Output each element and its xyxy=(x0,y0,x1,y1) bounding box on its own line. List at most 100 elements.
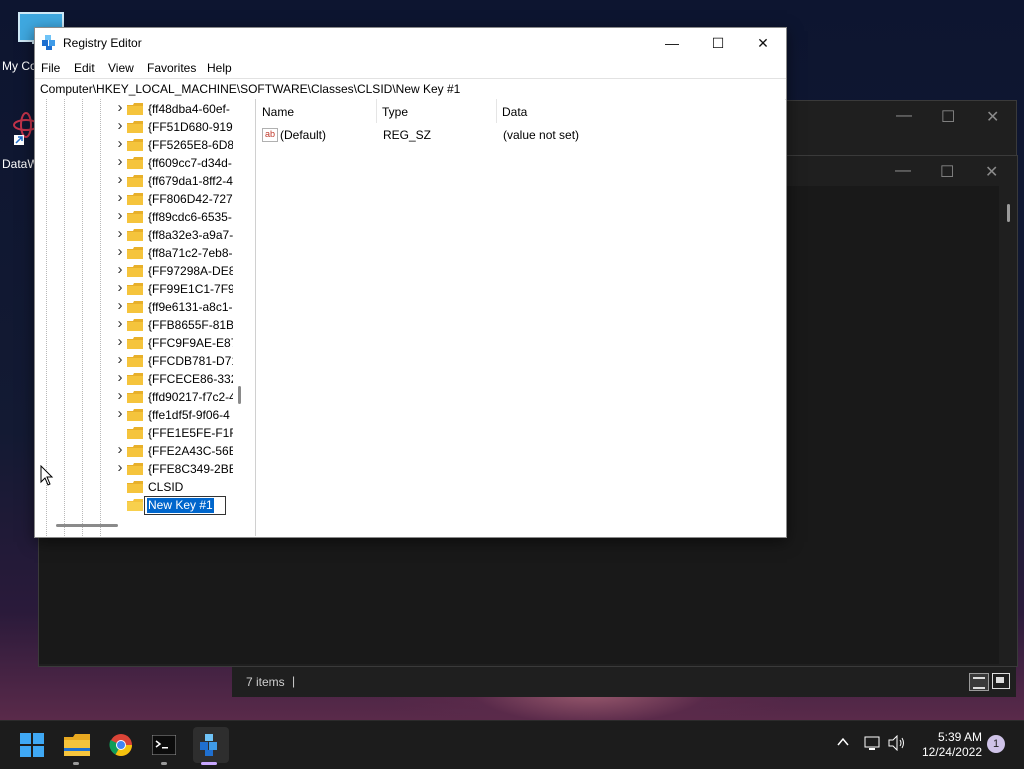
column-header-data[interactable]: Data xyxy=(496,99,696,123)
chevron-right-icon[interactable]: › xyxy=(115,135,125,152)
chevron-right-icon[interactable]: › xyxy=(115,387,125,404)
chevron-right-icon[interactable]: › xyxy=(115,441,125,458)
chevron-right-icon[interactable]: › xyxy=(115,243,125,260)
tree-key-row[interactable]: › {FFE8C349-2BB1 xyxy=(35,459,235,478)
address-bar[interactable]: Computer\HKEY_LOCAL_MACHINE\SOFTWARE\Cla… xyxy=(35,78,786,100)
title-bar[interactable]: Registry Editor — ☐ ✕ xyxy=(35,28,786,58)
status-separator: | xyxy=(292,674,296,688)
chevron-right-icon[interactable]: › xyxy=(115,369,125,386)
menu-favorites[interactable]: Favorites xyxy=(147,61,196,75)
chevron-right-icon[interactable]: › xyxy=(115,171,125,188)
folder-icon xyxy=(127,319,143,331)
tree-key-row[interactable]: › {ff8a32e3-a9a7- xyxy=(35,225,235,244)
file-explorer-icon xyxy=(64,734,90,756)
tree-key-row[interactable]: › {ff8a71c2-7eb8- xyxy=(35,243,235,262)
chevron-right-icon[interactable]: › xyxy=(115,297,125,314)
folder-icon xyxy=(127,373,143,385)
tree-key-row[interactable]: › {FFCECE86-332F xyxy=(35,369,235,388)
tree-key-row[interactable]: › {FFC9F9AE-E87A xyxy=(35,333,235,352)
tree-key-row[interactable]: › {FFE2A43C-56B9 xyxy=(35,441,235,460)
column-header-name[interactable]: Name xyxy=(256,99,376,123)
menu-help[interactable]: Help xyxy=(207,61,232,75)
system-clock[interactable]: 5:39 AM 12/24/2022 xyxy=(922,730,982,760)
file-explorer-button[interactable] xyxy=(62,730,92,760)
menu-edit[interactable]: Edit xyxy=(74,61,95,75)
folder-icon xyxy=(127,157,143,169)
chevron-right-icon[interactable]: › xyxy=(115,99,125,116)
chevron-right-icon[interactable]: › xyxy=(115,189,125,206)
maximize-button[interactable]: ☐ xyxy=(941,107,955,127)
tree-key-row[interactable]: › {FFCDB781-D71 xyxy=(35,351,235,370)
minimize-button[interactable]: — xyxy=(649,28,695,58)
chevron-right-icon[interactable]: › xyxy=(115,207,125,224)
tree-key-row[interactable]: › {ffd90217-f7c2-4 xyxy=(35,387,235,406)
tree-key-label: {FFB8655F-81B9 xyxy=(148,318,233,332)
string-value-icon: ab xyxy=(262,128,278,142)
chevron-right-icon[interactable]: › xyxy=(115,351,125,368)
values-list-pane[interactable]: Name Type Data ab (Default) REG_SZ (valu… xyxy=(256,99,785,536)
tree-key-row[interactable]: › {ffe1df5f-9f06-4 xyxy=(35,405,235,424)
start-button[interactable] xyxy=(17,730,47,760)
tree-key-row[interactable]: › {FF5265E8-6D8B xyxy=(35,135,235,154)
close-button[interactable]: ✕ xyxy=(985,162,998,182)
tree-key-row[interactable]: › {FFB8655F-81B9 xyxy=(35,315,235,334)
registry-editor-window[interactable]: Registry Editor — ☐ ✕ File Edit View Fav… xyxy=(34,27,787,538)
tree-key-label: {ff89cdc6-6535- xyxy=(148,210,232,224)
minimize-button[interactable]: — xyxy=(895,162,911,180)
notification-badge[interactable]: 1 xyxy=(987,735,1005,753)
value-row[interactable]: ab (Default) REG_SZ (value not set) xyxy=(256,125,776,143)
registry-editor-taskbar-button[interactable] xyxy=(193,727,229,763)
chrome-button[interactable] xyxy=(106,730,136,760)
tree-key-row[interactable]: › {FF806D42-727C xyxy=(35,189,235,208)
rename-key-text: New Key #1 xyxy=(147,498,214,513)
column-header-type[interactable]: Type xyxy=(376,99,496,123)
chevron-right-icon[interactable]: › xyxy=(115,153,125,170)
volume-icon[interactable] xyxy=(888,734,906,754)
tree-key-row[interactable]: › {ff48dba4-60ef- xyxy=(35,99,235,118)
scrollbar-thumb[interactable] xyxy=(1007,204,1010,222)
tree-key-row[interactable]: {FFE1E5FE-F1F0- xyxy=(35,424,235,442)
chevron-right-icon[interactable]: › xyxy=(115,279,125,296)
chevron-right-icon[interactable]: › xyxy=(115,333,125,350)
menu-file[interactable]: File xyxy=(41,61,60,75)
chevron-right-icon[interactable]: › xyxy=(115,315,125,332)
key-tree-pane[interactable]: New Key #1 › {ff48dba4-60ef- › {FF51D680-91… xyxy=(35,99,250,536)
details-view-icon xyxy=(973,677,985,689)
terminal-button[interactable] xyxy=(149,730,179,760)
column-label: Type xyxy=(382,105,409,119)
menu-view[interactable]: View xyxy=(108,61,134,75)
pane-splitter[interactable] xyxy=(249,99,256,536)
tree-scrollbar-thumb[interactable] xyxy=(238,386,241,404)
tree-key-row[interactable]: › {FF99E1C1-7F9A xyxy=(35,279,235,298)
maximize-button[interactable]: ☐ xyxy=(695,28,741,58)
tree-key-row[interactable]: › {ff9e6131-a8c1- xyxy=(35,297,235,316)
tree-key-row[interactable]: › {ff609cc7-d34d- xyxy=(35,153,235,172)
chevron-right-icon[interactable]: › xyxy=(115,261,125,278)
clock-date: 12/24/2022 xyxy=(921,745,982,759)
details-view-button[interactable] xyxy=(969,673,989,691)
close-button[interactable]: ✕ xyxy=(740,28,786,58)
tree-key-row[interactable]: › {FF51D680-9190 xyxy=(35,117,235,136)
network-icon[interactable] xyxy=(864,735,880,754)
tiles-view-button[interactable] xyxy=(992,673,1010,689)
tree-horizontal-scrollbar-thumb[interactable] xyxy=(56,524,118,527)
tree-key-row[interactable]: › {ff89cdc6-6535- xyxy=(35,207,235,226)
close-button[interactable]: ✕ xyxy=(986,107,999,127)
rename-key-input[interactable]: New Key #1 xyxy=(144,496,226,515)
menu-bar: File Edit View Favorites Help xyxy=(35,58,786,78)
chevron-right-icon[interactable]: › xyxy=(115,459,125,476)
folder-icon xyxy=(127,211,143,223)
background-window[interactable]: — ☐ ✕ xyxy=(786,100,1017,162)
tree-key-row[interactable]: › {ff679da1-8ff2-4 xyxy=(35,171,235,190)
chevron-right-icon[interactable]: › xyxy=(115,117,125,134)
folder-icon xyxy=(127,391,143,403)
show-hidden-icons-button[interactable] xyxy=(836,735,850,752)
tree-key-row[interactable]: CLSID xyxy=(35,478,235,496)
maximize-button[interactable]: ☐ xyxy=(940,162,954,182)
chevron-right-icon[interactable]: › xyxy=(115,225,125,242)
chevron-right-icon[interactable]: › xyxy=(115,405,125,422)
vertical-scrollbar[interactable] xyxy=(1001,186,1017,664)
minimize-button[interactable]: — xyxy=(896,107,912,125)
column-label: Name xyxy=(262,105,295,119)
tree-key-row[interactable]: › {FF97298A-DE83 xyxy=(35,261,235,280)
